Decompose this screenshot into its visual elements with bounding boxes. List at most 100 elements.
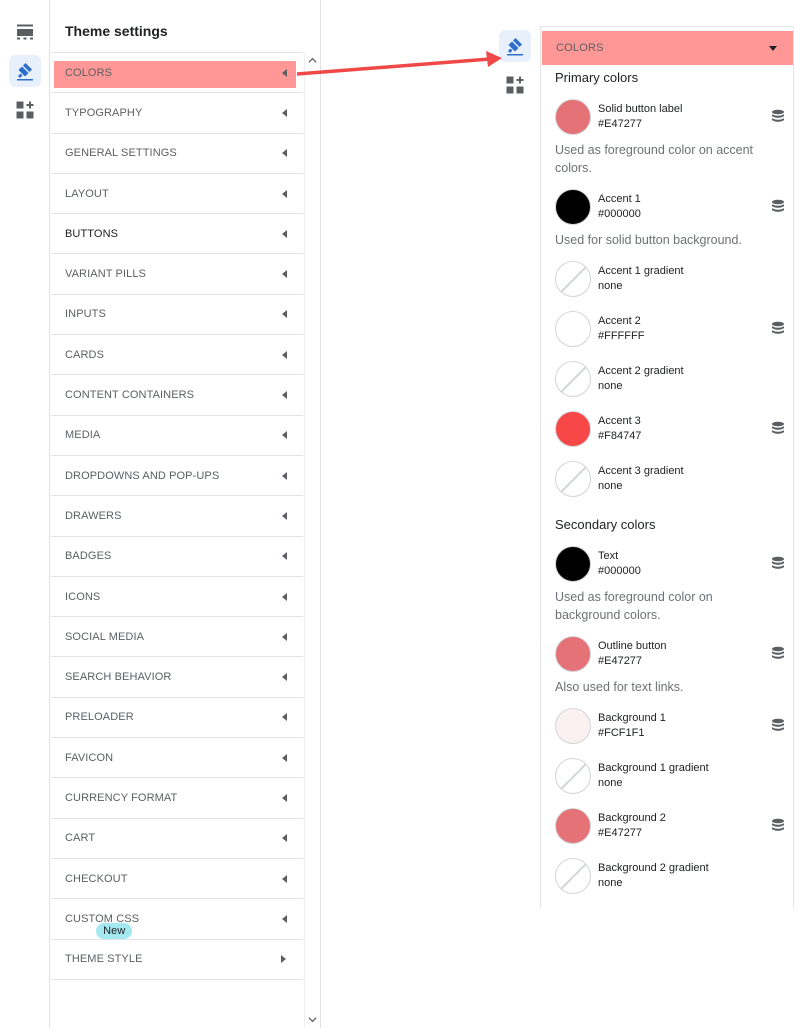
panel-title: Theme settings xyxy=(65,23,168,39)
color-setting: Background 2 #E47277 xyxy=(555,808,785,846)
menu-item-favicon[interactable]: FAVICON xyxy=(51,738,303,779)
chevron-left-icon xyxy=(282,149,287,158)
database-icon[interactable] xyxy=(771,199,785,215)
menu-item-buttons[interactable]: BUTTONS xyxy=(51,214,303,255)
menu-item-checkout[interactable]: CHECKOUT xyxy=(51,859,303,900)
chevron-left-icon xyxy=(282,310,287,319)
color-swatch[interactable] xyxy=(555,99,591,135)
chevron-left-icon xyxy=(282,673,287,682)
menu-item-currency-format[interactable]: CURRENCY FORMAT xyxy=(51,778,303,819)
menu-item-inputs[interactable]: INPUTS xyxy=(51,295,303,336)
chevron-left-icon xyxy=(282,632,287,641)
menu-item-label: SEARCH BEHAVIOR xyxy=(65,671,172,684)
color-swatch[interactable] xyxy=(555,411,591,447)
menu-item-preloader[interactable]: PRELOADER xyxy=(51,698,303,739)
database-icon[interactable] xyxy=(771,109,785,125)
menu-item-cart[interactable]: CART xyxy=(51,819,303,859)
menu-item-label: BADGES xyxy=(65,550,112,563)
color-label: Accent 2 gradient xyxy=(598,365,684,377)
color-swatch[interactable] xyxy=(555,758,591,794)
chevron-left-icon xyxy=(282,229,287,238)
scroll-down-icon[interactable] xyxy=(308,1015,317,1024)
help-text: Used as foreground color on background c… xyxy=(555,590,713,622)
menu-item-search-behavior[interactable]: SEARCH BEHAVIOR xyxy=(51,657,303,698)
menu-item-social-media[interactable]: SOCIAL MEDIA xyxy=(51,617,303,658)
color-swatch[interactable] xyxy=(555,461,591,497)
menu-item-label: VARIANT PILLS xyxy=(65,268,146,281)
theme-brush-icon[interactable] xyxy=(9,55,41,87)
color-label: Background 1 xyxy=(598,712,666,724)
chevron-left-icon xyxy=(282,391,287,400)
color-swatch[interactable] xyxy=(555,189,591,225)
color-label: Accent 3 gradient xyxy=(598,465,684,477)
color-value: #E47277 xyxy=(598,827,643,839)
menu-item-label: DROPDOWNS AND POP-UPS xyxy=(65,469,220,482)
chevron-left-icon xyxy=(282,592,287,601)
menu-item-label: CARDS xyxy=(65,348,105,361)
menu-item-icons[interactable]: ICONS xyxy=(51,577,303,618)
chevron-left-icon xyxy=(282,471,287,480)
menu-item-label: COLORS xyxy=(65,66,113,79)
database-icon[interactable] xyxy=(771,646,785,662)
colors-header[interactable]: COLORS xyxy=(542,31,793,65)
chevron-left-icon xyxy=(282,108,287,117)
menu-item-typography[interactable]: TYPOGRAPHY xyxy=(51,93,303,134)
menu-item-general-settings[interactable]: GENERAL SETTINGS xyxy=(51,134,303,174)
color-swatch[interactable] xyxy=(555,361,591,397)
chevron-left-icon xyxy=(282,914,287,923)
secondary-colors-title: Secondary colors xyxy=(555,517,656,532)
menu-item-content-containers[interactable]: CONTENT CONTAINERS xyxy=(51,375,303,416)
color-swatch[interactable] xyxy=(555,546,591,582)
help-text: Used for solid button background. xyxy=(555,233,742,247)
chevron-right-icon xyxy=(281,955,286,964)
menu-item-label: PRELOADER xyxy=(65,711,134,724)
chevron-left-icon xyxy=(282,68,287,77)
color-setting: Background 2 gradient none xyxy=(555,858,785,896)
menu-item-cards[interactable]: CARDS xyxy=(51,335,303,376)
menu-item-drawers[interactable]: DRAWERS xyxy=(51,496,303,537)
menu-item-label: CART xyxy=(65,832,96,845)
new-badge: New xyxy=(96,922,133,939)
color-setting: Accent 2 #FFFFFF xyxy=(555,311,785,349)
color-swatch[interactable] xyxy=(555,858,591,894)
color-swatch[interactable] xyxy=(555,808,591,844)
database-icon[interactable] xyxy=(771,421,785,437)
icon-rail xyxy=(0,0,50,1028)
chevron-left-icon xyxy=(282,552,287,561)
menu-item-colors[interactable]: COLORS xyxy=(51,53,303,94)
color-swatch[interactable] xyxy=(555,708,591,744)
sections-icon[interactable] xyxy=(9,16,41,48)
color-value: #000000 xyxy=(598,565,641,577)
color-setting: Accent 1 gradient none xyxy=(555,261,785,299)
menu-item-theme-style[interactable]: THEME STYLE xyxy=(51,940,303,980)
color-value: none xyxy=(598,380,623,392)
menu-item-custom-css[interactable]: CUSTOM CSS New xyxy=(51,899,303,940)
color-value: #FFFFFF xyxy=(598,330,645,342)
menu-item-variant-pills[interactable]: VARIANT PILLS xyxy=(51,254,303,295)
color-label: Accent 3 xyxy=(598,415,641,427)
color-swatch[interactable] xyxy=(555,261,591,297)
color-setting: Accent 2 gradient none xyxy=(555,361,785,399)
theme-brush-icon[interactable] xyxy=(499,30,531,62)
database-icon[interactable] xyxy=(771,718,785,734)
database-icon[interactable] xyxy=(771,818,785,834)
color-value: none xyxy=(598,877,623,889)
color-swatch[interactable] xyxy=(555,311,591,347)
menu-item-dropdowns-and-pop-ups[interactable]: DROPDOWNS AND POP-UPS xyxy=(51,456,303,497)
color-swatch[interactable] xyxy=(555,636,591,672)
color-setting: Background 1 #FCF1F1 xyxy=(555,708,785,746)
scrollbar[interactable] xyxy=(304,53,320,1028)
scroll-up-icon[interactable] xyxy=(308,56,317,65)
menu-item-media[interactable]: MEDIA xyxy=(51,416,303,456)
menu-item-layout[interactable]: LAYOUT xyxy=(51,174,303,215)
database-icon[interactable] xyxy=(771,321,785,337)
color-setting: Outline button #E47277 xyxy=(555,636,785,674)
app-blocks-icon[interactable] xyxy=(499,69,531,101)
menu-item-badges[interactable]: BADGES xyxy=(51,537,303,577)
chevron-left-icon xyxy=(282,511,287,520)
color-setting: Accent 3 gradient none xyxy=(555,461,785,499)
primary-colors-title: Primary colors xyxy=(555,70,639,85)
color-setting: Solid button label #E47277 xyxy=(555,99,785,137)
database-icon[interactable] xyxy=(771,556,785,572)
app-blocks-icon[interactable] xyxy=(9,94,41,126)
